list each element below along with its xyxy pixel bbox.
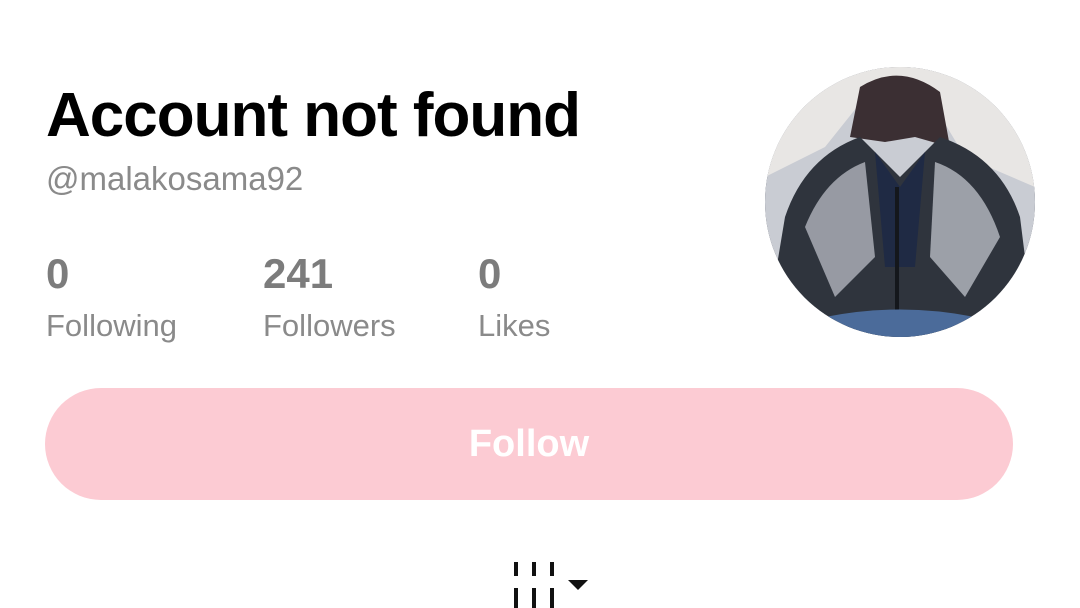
stat-likes[interactable]: 0 Likes — [478, 252, 550, 344]
avatar[interactable] — [765, 67, 1035, 337]
stat-followers-label: Followers — [263, 308, 396, 343]
username-handle: @malakosama92 — [46, 160, 304, 197]
grid-view-toggle[interactable] — [512, 562, 592, 608]
stat-followers[interactable]: 241 Followers — [263, 252, 396, 344]
stat-following[interactable]: 0 Following — [46, 252, 177, 344]
caret-down-icon — [568, 580, 588, 590]
stat-likes-value: 0 — [478, 250, 502, 297]
stat-likes-label: Likes — [478, 308, 551, 343]
page-title: Account not found — [46, 81, 581, 150]
stat-following-label: Following — [46, 308, 177, 343]
stat-followers-value: 241 — [263, 250, 334, 297]
follow-button[interactable]: Follow — [45, 388, 1013, 500]
profile-photo-icon — [765, 67, 1035, 337]
stat-following-value: 0 — [46, 250, 70, 297]
grid-view-icon — [514, 562, 588, 608]
